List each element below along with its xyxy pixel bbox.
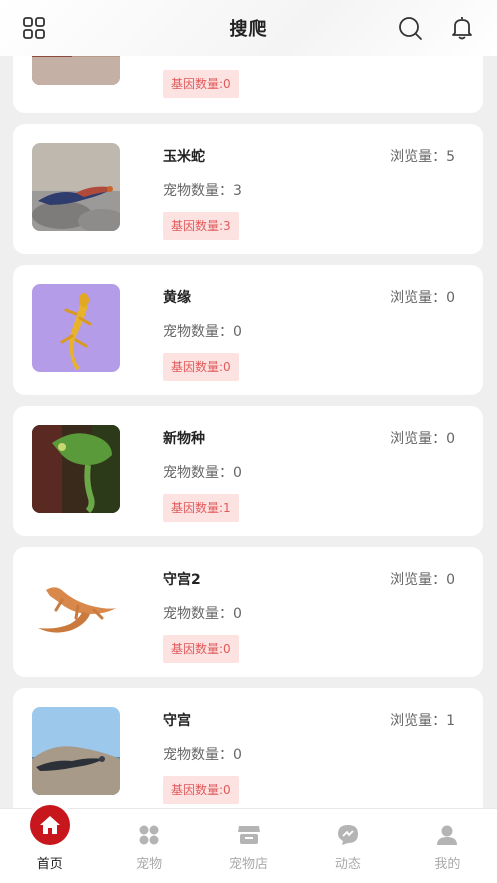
- grid-icon: [138, 823, 160, 847]
- view-count: 浏览量：0: [390, 290, 455, 306]
- pet-count: 宠物数量：3: [163, 183, 242, 199]
- species-thumbnail: [32, 566, 120, 654]
- top-header: 搜爬: [0, 0, 497, 56]
- gene-count-badge: 基因数量:0: [163, 635, 239, 663]
- search-icon[interactable]: [396, 14, 424, 42]
- category-grid-icon[interactable]: [20, 14, 48, 42]
- message-icon: [337, 823, 359, 847]
- tab-home[interactable]: 首页: [0, 805, 99, 883]
- pet-count: 宠物数量：0: [163, 465, 242, 481]
- list-item[interactable]: 守宫 浏览量：1 宠物数量：0 基因数量:0: [13, 688, 483, 808]
- tab-mine[interactable]: 我的: [398, 809, 497, 883]
- list-item[interactable]: 守宫2 浏览量：0 宠物数量：0 基因数量:0: [13, 547, 483, 677]
- user-icon: [436, 823, 458, 847]
- pet-species-list: 基因数量:0 玉米蛇 浏览量：5 宠物数量：3 基因数量:3 黄缘 浏览量：0 …: [0, 0, 497, 808]
- species-name: 玉米蛇: [163, 149, 205, 165]
- list-item[interactable]: 黄缘 浏览量：0 宠物数量：0 基因数量:0: [13, 265, 483, 395]
- bottom-tab-bar: 首页 宠物 宠物店 动态 我的: [0, 805, 497, 883]
- page-title: 搜爬: [229, 19, 268, 40]
- view-count: 浏览量：5: [390, 149, 455, 165]
- pet-count: 宠物数量：0: [163, 747, 242, 763]
- bell-icon[interactable]: [448, 14, 476, 42]
- list-item[interactable]: 玉米蛇 浏览量：5 宠物数量：3 基因数量:3: [13, 124, 483, 254]
- gene-count-badge: 基因数量:3: [163, 212, 239, 240]
- tab-activity[interactable]: 动态: [298, 809, 397, 883]
- pet-count: 宠物数量：0: [163, 606, 242, 622]
- species-name: 新物种: [163, 431, 205, 447]
- home-icon: [29, 805, 70, 845]
- tab-label: 首页: [36, 857, 63, 872]
- gene-count-badge: 基因数量:0: [163, 776, 239, 804]
- tab-pets[interactable]: 宠物: [99, 809, 198, 883]
- shop-icon: [237, 823, 261, 847]
- tab-label: 宠物: [136, 857, 163, 872]
- gene-count-badge: 基因数量:0: [163, 70, 239, 98]
- species-thumbnail: [32, 143, 120, 231]
- pet-count: 宠物数量：0: [163, 324, 242, 340]
- view-count: 浏览量：0: [390, 431, 455, 447]
- species-thumbnail: [32, 284, 120, 372]
- gene-count-badge: 基因数量:1: [163, 494, 239, 522]
- view-count: 浏览量：0: [390, 572, 455, 588]
- tab-pet-shop[interactable]: 宠物店: [199, 809, 298, 883]
- view-count: 浏览量：1: [390, 713, 455, 729]
- species-thumbnail: [32, 425, 120, 513]
- species-name: 守宫2: [163, 572, 201, 588]
- species-name: 守宫: [163, 713, 191, 729]
- species-name: 黄缘: [163, 290, 191, 306]
- gene-count-badge: 基因数量:0: [163, 353, 239, 381]
- tab-label: 宠物店: [229, 857, 269, 872]
- list-item[interactable]: 新物种 浏览量：0 宠物数量：0 基因数量:1: [13, 406, 483, 536]
- tab-label: 我的: [434, 857, 461, 872]
- tab-label: 动态: [334, 857, 361, 872]
- species-thumbnail: [32, 707, 120, 795]
